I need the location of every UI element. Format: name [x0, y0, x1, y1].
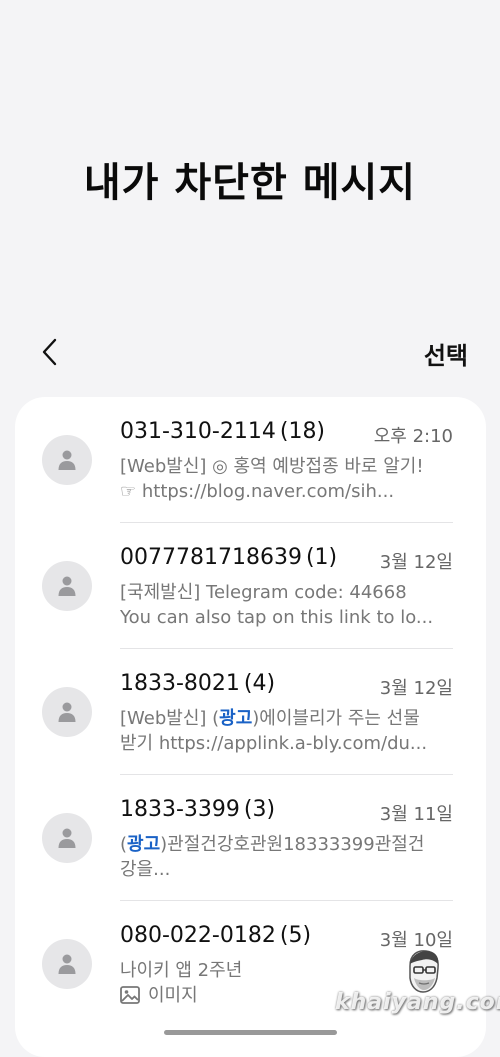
- message-row[interactable]: 1833-8021 (4) 3월 12일 [Web발신] (광고)에이블리가 주는…: [15, 649, 486, 775]
- preview-line: 강을...: [120, 859, 171, 880]
- sender-name: 0077781718639 (1): [120, 545, 337, 570]
- preview-line: [국제발신] Telegram code: 44668: [120, 582, 407, 603]
- preview-line: (광고)관절건강호관원18333399관절건: [120, 832, 452, 857]
- chevron-left-icon: [42, 338, 57, 366]
- sender-number: 1833-3399: [120, 797, 240, 822]
- preview-text: [Web발신] (: [120, 708, 220, 729]
- preview-text: )에이블리가 주는 선물: [252, 708, 420, 729]
- message-time: 3월 12일: [379, 678, 453, 699]
- preview-line: [Web발신] ◎ 홍역 예방접종 바로 알기!: [120, 456, 424, 477]
- message-preview: [Web발신] ◎ 홍역 예방접종 바로 알기! ☞ https://blog.…: [120, 454, 452, 504]
- watermark-text: khaiyang.com: [335, 990, 500, 1015]
- message-time: 3월 11일: [379, 804, 453, 825]
- sender-number: 1833-8021: [120, 671, 240, 696]
- message-count: (18): [279, 419, 326, 444]
- message-time: 오후 2:10: [373, 426, 453, 447]
- message-row[interactable]: 031-310-2114 (18) 오후 2:10 [Web발신] ◎ 홍역 예방…: [15, 397, 486, 523]
- sender-name: 1833-3399 (3): [120, 797, 275, 822]
- ad-tag: 광고: [127, 834, 161, 855]
- sender-number: 0077781718639: [120, 545, 302, 570]
- preview-line: 받기 https://applink.a-bly.com/du...: [120, 733, 428, 754]
- message-row[interactable]: 1833-3399 (3) 3월 11일 (광고)관절건강호관원18333399관…: [15, 775, 486, 901]
- message-preview: [국제발신] Telegram code: 44668 You can also…: [120, 580, 452, 630]
- person-icon: [58, 702, 76, 722]
- preview-text: )관절건강호관원18333399관절건: [160, 834, 425, 855]
- preview-line: ☞ https://blog.naver.com/sih...: [120, 481, 395, 502]
- avatar: [42, 939, 92, 989]
- message-count: (3): [243, 797, 276, 822]
- home-indicator[interactable]: [164, 1030, 337, 1035]
- avatar: [42, 435, 92, 485]
- select-button[interactable]: 선택: [424, 336, 468, 371]
- message-preview: [Web발신] (광고)에이블리가 주는 선물 받기 https://appli…: [120, 706, 452, 756]
- message-preview: (광고)관절건강호관원18333399관절건 강을...: [120, 832, 452, 882]
- sender-name: 080-022-0182 (5): [120, 923, 311, 948]
- back-button[interactable]: [32, 332, 68, 372]
- cartoon-face-icon: [409, 950, 439, 993]
- sender-name: 1833-8021 (4): [120, 671, 275, 696]
- preview-line: You can also tap on this link to lo...: [120, 607, 434, 628]
- preview-line: 나이키 앱 2주년: [120, 960, 243, 981]
- message-row[interactable]: 0077781718639 (1) 3월 12일 [국제발신] Telegram …: [15, 523, 486, 649]
- preview-line: [Web발신] (광고)에이블리가 주는 선물: [120, 706, 452, 731]
- message-time: 3월 12일: [379, 552, 453, 573]
- avatar: [42, 813, 92, 863]
- sender-number: 031-310-2114: [120, 419, 276, 444]
- ad-tag: 광고: [219, 708, 253, 729]
- person-icon: [58, 828, 76, 848]
- attachment-label: 이미지: [148, 985, 198, 1006]
- person-icon: [58, 576, 76, 596]
- sender-name: 031-310-2114 (18): [120, 419, 325, 444]
- message-count: (5): [279, 923, 312, 948]
- avatar: [42, 561, 92, 611]
- preview-text: (: [120, 834, 128, 855]
- person-icon: [58, 450, 76, 470]
- message-count: (1): [305, 545, 338, 570]
- page-title: 내가 차단한 메시지: [83, 160, 417, 206]
- avatar: [42, 687, 92, 737]
- message-count: (4): [243, 671, 276, 696]
- sender-number: 080-022-0182: [120, 923, 276, 948]
- person-icon: [58, 954, 76, 974]
- image-icon: [120, 986, 140, 1004]
